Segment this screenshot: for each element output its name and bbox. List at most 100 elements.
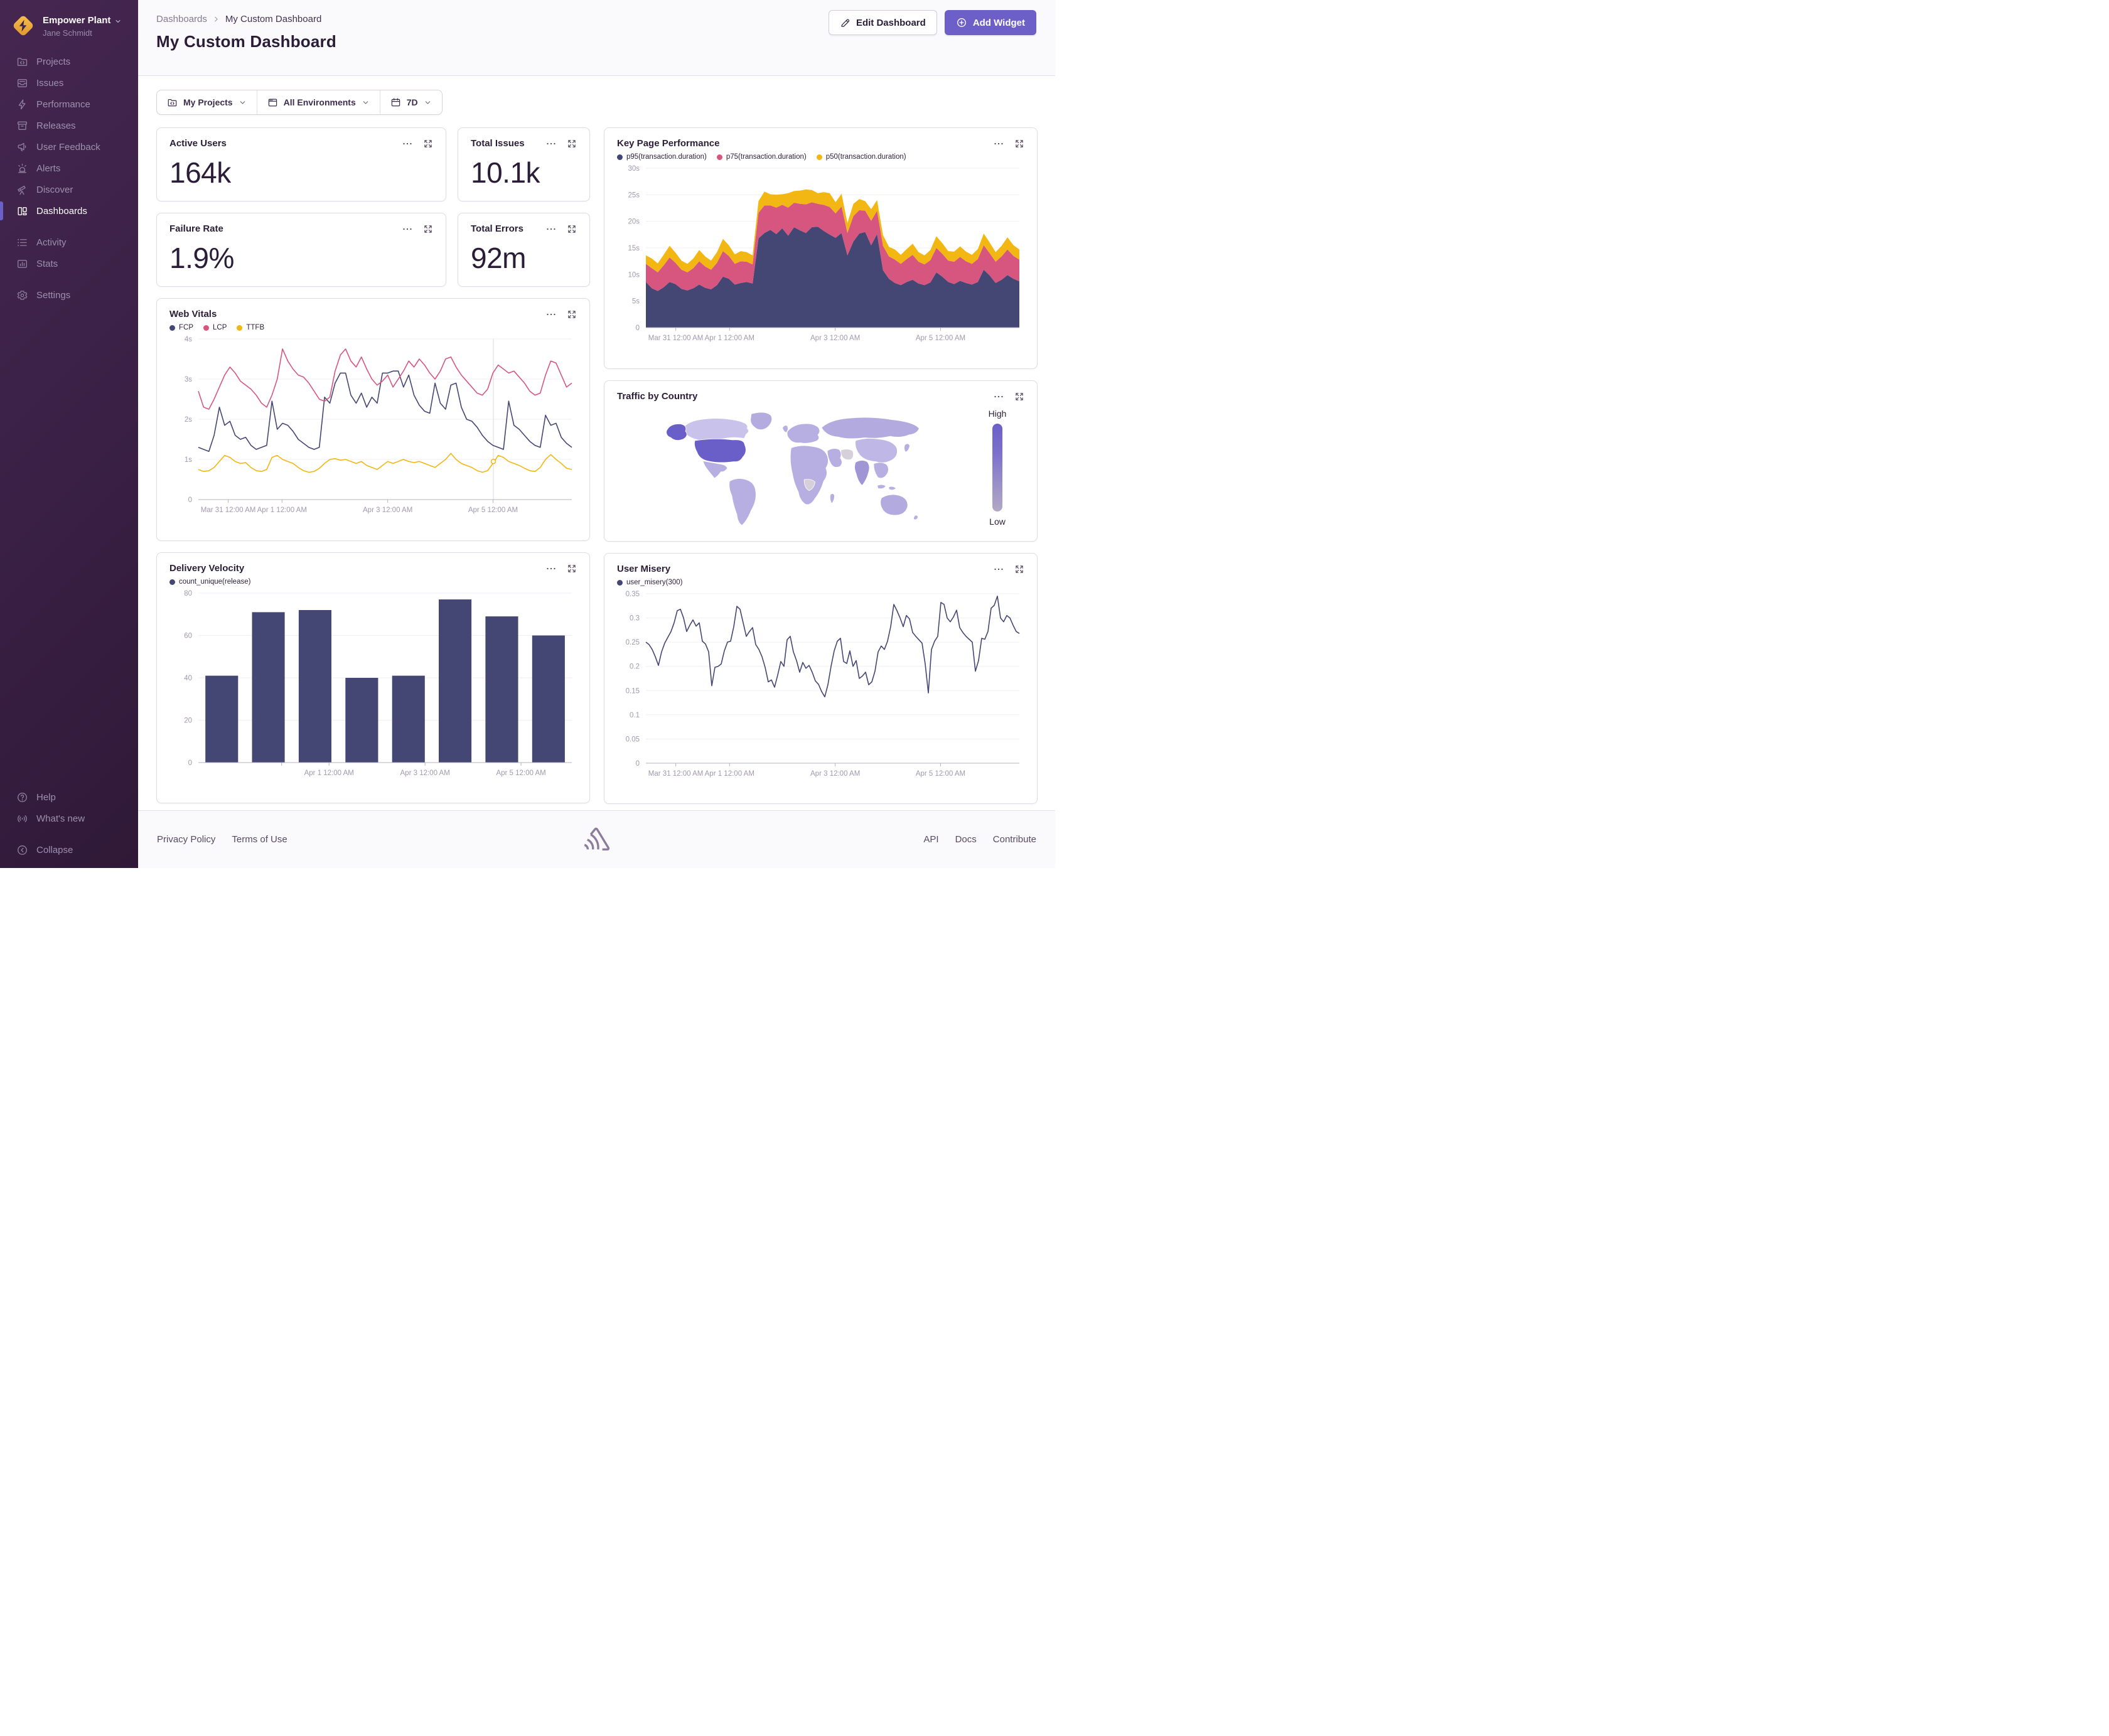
sidebar-item-help[interactable]: Help (0, 786, 138, 808)
legend-item-user-misery[interactable]: user_misery(300) (617, 579, 682, 586)
legend-item-count-unique-release[interactable]: count_unique(release) (169, 578, 250, 586)
widget-active-users: Active Users 164k (156, 127, 446, 201)
sidebar-item-settings[interactable]: Settings (0, 284, 138, 306)
sidebar-item-discover[interactable]: Discover (0, 179, 138, 200)
contribute-link[interactable]: Contribute (993, 834, 1036, 845)
sidebar-item-stats[interactable]: Stats (0, 253, 138, 274)
widget-title: User Misery (617, 564, 671, 574)
widget-expand-button[interactable] (567, 309, 577, 319)
widget-expand-button[interactable] (1014, 139, 1024, 149)
org-logo (10, 13, 36, 42)
key-page-performance-chart[interactable]: 0 5s 10s 15s 20s 25s 30s Mar 31 12:00 AM Apr 1 1… (617, 161, 1024, 346)
chevron-down-icon (239, 99, 247, 107)
ellipsis-icon (402, 138, 413, 149)
widget-title: Total Errors (471, 223, 523, 234)
svg-text:0.35: 0.35 (626, 591, 640, 598)
widget-expand-button[interactable] (423, 139, 433, 149)
legend-dot (816, 154, 822, 160)
add-widget-button[interactable]: Add Widget (944, 10, 1036, 35)
legend-item-p95[interactable]: p95(transaction.duration) (617, 153, 707, 161)
api-link[interactable]: API (923, 834, 938, 845)
broadcast-icon (16, 813, 28, 825)
sidebar-item-releases[interactable]: Releases (0, 115, 138, 136)
sidebar-item-label: Activity (36, 237, 67, 248)
widget-options-button[interactable] (402, 138, 413, 149)
svg-text:Apr 5 12:00 AM: Apr 5 12:00 AM (468, 506, 518, 514)
sidebar-item-issues[interactable]: Issues (0, 72, 138, 94)
org-switcher[interactable]: Empower Plant Jane Schmidt (0, 10, 138, 51)
svg-text:0.1: 0.1 (630, 712, 640, 719)
widget-expand-button[interactable] (423, 224, 433, 234)
filter-bar: My Projects All Environments 7D (156, 90, 443, 115)
sidebar-item-projects[interactable]: Projects (0, 51, 138, 72)
sidebar-item-collapse[interactable]: Collapse (0, 839, 138, 860)
widget-expand-button[interactable] (567, 564, 577, 574)
widget-expand-button[interactable] (1014, 392, 1024, 402)
sidebar-bottom: Help What's new Collapse (0, 786, 138, 868)
telescope-icon (16, 184, 28, 196)
sidebar: Empower Plant Jane Schmidt Projects Issu… (0, 0, 138, 868)
svg-text:0: 0 (636, 324, 640, 332)
nav-separator (0, 222, 138, 232)
legend-item-fcp[interactable]: FCP (169, 324, 193, 331)
widget-expand-button[interactable] (567, 224, 577, 234)
environment-filter[interactable]: All Environments (257, 90, 380, 114)
widget-user-misery: User Misery user_misery(300) 0 0.05 0.1 0.1… (604, 553, 1038, 804)
sidebar-item-performance[interactable]: Performance (0, 94, 138, 115)
svg-text:10s: 10s (628, 271, 640, 279)
expand-icon (567, 224, 577, 234)
widget-options-button[interactable] (545, 563, 557, 574)
edit-dashboard-button[interactable]: Edit Dashboard (828, 10, 937, 35)
breadcrumb-current: My Custom Dashboard (225, 14, 322, 24)
widget-options-button[interactable] (993, 564, 1004, 575)
legend-item-p75[interactable]: p75(transaction.duration) (716, 153, 807, 161)
legend-item-ttfb[interactable]: TTFB (237, 324, 264, 331)
widget-options-button[interactable] (545, 309, 557, 320)
widget-options-button[interactable] (402, 223, 413, 235)
ellipsis-icon (402, 223, 413, 235)
user-misery-chart[interactable]: 0 0.05 0.1 0.15 0.2 0.25 0.3 0.35 Mar 31 12:00 A… (617, 586, 1024, 782)
sidebar-item-label: Collapse (36, 844, 73, 855)
projects-icon (16, 56, 28, 68)
ellipsis-icon (993, 564, 1004, 575)
sidebar-item-user-feedback[interactable]: User Feedback (0, 136, 138, 158)
sidebar-item-label: Releases (36, 120, 76, 131)
legend-item-p50[interactable]: p50(transaction.duration) (816, 153, 906, 161)
sidebar-item-activity[interactable]: Activity (0, 232, 138, 253)
breadcrumb-dashboards[interactable]: Dashboards (156, 14, 207, 24)
web-vitals-chart[interactable]: 0 1s 2s 3s 4s Mar 31 12:00 AM Apr 1 12:00 AM Ap… (169, 331, 577, 518)
folder-code-icon (167, 97, 178, 108)
widget-traffic-by-country: Traffic by Country High Low (604, 380, 1038, 542)
svg-text:0: 0 (636, 760, 640, 768)
widget-options-button[interactable] (993, 391, 1004, 402)
widget-title: Traffic by Country (617, 391, 698, 402)
widget-expand-button[interactable] (567, 139, 577, 149)
privacy-policy-link[interactable]: Privacy Policy (157, 834, 215, 845)
ellipsis-icon (545, 138, 557, 149)
sentry-logo[interactable] (582, 827, 611, 852)
sidebar-item-label: Stats (36, 258, 58, 269)
widget-options-button[interactable] (545, 223, 557, 235)
chevron-down-icon (424, 99, 432, 107)
terms-of-use-link[interactable]: Terms of Use (232, 834, 287, 845)
widget-options-button[interactable] (993, 138, 1004, 149)
project-filter[interactable]: My Projects (157, 90, 257, 114)
page-header: Dashboards My Custom Dashboard My Custom… (138, 0, 1055, 76)
svg-text:3s: 3s (185, 376, 192, 383)
docs-link[interactable]: Docs (955, 834, 977, 845)
widget-expand-button[interactable] (1014, 564, 1024, 574)
legend-item-lcp[interactable]: LCP (203, 324, 227, 331)
widget-options-button[interactable] (545, 138, 557, 149)
date-range-filter[interactable]: 7D (380, 90, 442, 114)
svg-text:5s: 5s (632, 298, 640, 306)
legend-dot (203, 324, 209, 331)
bar-chart-icon (16, 258, 28, 270)
sidebar-item-whats-new[interactable]: What's new (0, 808, 138, 829)
window-icon (267, 97, 278, 108)
sidebar-item-dashboards[interactable]: Dashboards (0, 200, 138, 222)
world-map[interactable] (647, 407, 942, 530)
expand-icon (567, 139, 577, 149)
sidebar-item-alerts[interactable]: Alerts (0, 158, 138, 179)
calendar-icon (390, 97, 401, 108)
delivery-velocity-chart[interactable]: 0 20 40 60 80 Apr 1 12:00 AM Apr 3 12:00 AM Apr… (169, 586, 577, 781)
